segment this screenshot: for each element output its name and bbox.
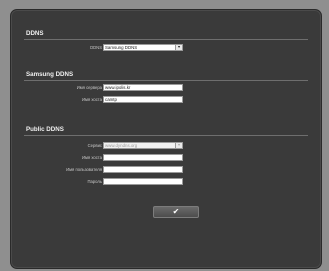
service-label: Сервис [87, 143, 102, 148]
public-host-name-label: Имя хоста [82, 155, 102, 160]
checkmark-icon: ✔ [172, 207, 180, 216]
apply-button[interactable]: ✔ [153, 206, 199, 218]
server-name-input[interactable]: www.ipolis.kr [103, 84, 183, 91]
ddns-select[interactable]: Samsung DDNS ▼ [103, 44, 183, 51]
public-ddns-section-title: Public DDNS [26, 126, 64, 133]
samsung-host-name-input[interactable]: camtp [103, 96, 183, 103]
public-ddns-divider [24, 135, 308, 136]
ddns-select-value: Samsung DDNS [105, 45, 138, 50]
service-select-value: www.dyndns.org [105, 143, 138, 148]
user-name-label: Имя пользователя [66, 167, 102, 172]
public-host-name-input[interactable] [103, 154, 183, 161]
password-label: Пароль [87, 179, 102, 184]
ddns-section-title: DDNS [26, 30, 44, 37]
ddns-settings-panel: DDNS DDNS Samsung DDNS ▼ Samsung DDNS Им… [10, 9, 322, 269]
ddns-section-divider [24, 39, 308, 40]
samsung-ddns-divider [24, 80, 308, 81]
server-name-label: Имя сервера [76, 85, 102, 90]
dropdown-arrow-icon[interactable]: ▼ [175, 45, 182, 50]
dropdown-arrow-icon[interactable]: ▼ [175, 143, 182, 148]
samsung-ddns-section-title: Samsung DDNS [26, 71, 74, 78]
ddns-label: DDNS [90, 45, 102, 50]
service-select[interactable]: www.dyndns.org ▼ [103, 142, 183, 149]
user-name-input[interactable] [103, 166, 183, 173]
samsung-host-name-label: Имя хоста [82, 97, 102, 102]
password-input[interactable] [103, 178, 183, 185]
